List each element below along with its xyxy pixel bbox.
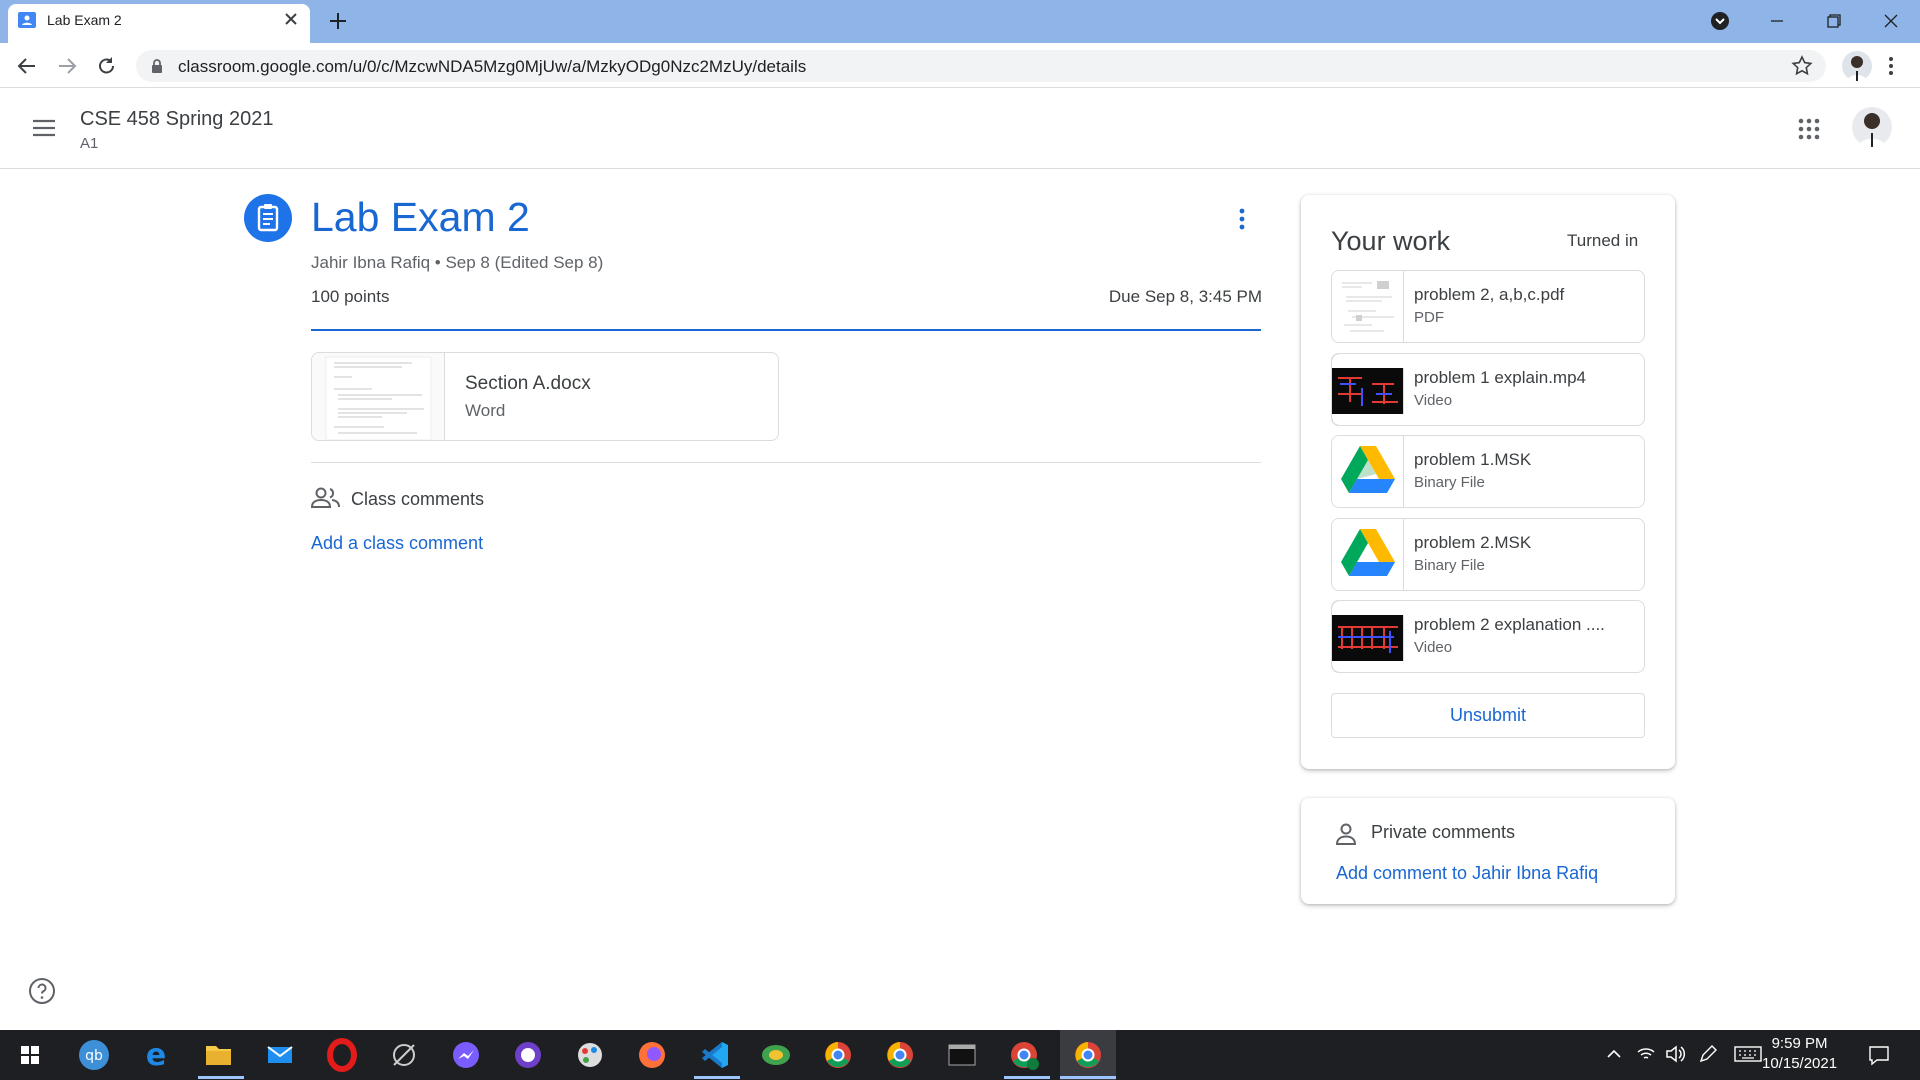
chrome-profile-ek-icon[interactable] (1004, 1036, 1044, 1074)
github-desktop-icon[interactable] (508, 1036, 548, 1074)
chrome-profile-icon[interactable] (818, 1036, 858, 1074)
course-name[interactable]: CSE 458 Spring 2021 (80, 108, 273, 131)
show-hidden-icons-chevron-icon[interactable] (1604, 1046, 1624, 1062)
opera-icon[interactable] (322, 1036, 362, 1074)
back-arrow-icon[interactable] (14, 54, 40, 78)
url-text[interactable]: classroom.google.com/u/0/c/MzcwNDA5Mzg0M… (178, 57, 806, 77)
pdf-thumbnail (1332, 271, 1404, 342)
active-app-indicator (694, 1076, 740, 1079)
system-clock[interactable]: 9:59 PM 10/15/2021 (1762, 1034, 1837, 1074)
submitted-file[interactable]: problem 1 explain.mp4 Video (1331, 353, 1645, 426)
attachment-card[interactable]: Section A.docx Word (311, 352, 779, 441)
people-icon (311, 486, 341, 510)
hamburger-menu-icon[interactable] (32, 118, 56, 138)
google-apps-icon[interactable] (1798, 118, 1820, 140)
person-icon (1334, 822, 1358, 846)
active-app-indicator (1060, 1076, 1116, 1079)
chrome-canary-icon[interactable] (756, 1036, 796, 1074)
submitted-file[interactable]: problem 2 explanation .... Video (1331, 600, 1645, 673)
mail-icon[interactable] (260, 1036, 300, 1074)
divider (311, 329, 1261, 331)
active-app-indicator (198, 1076, 244, 1079)
browser-profile-avatar[interactable] (1842, 51, 1872, 81)
submission-status: Turned in (1567, 231, 1639, 250)
close-tab-icon[interactable] (282, 10, 300, 28)
assignment-title: Lab Exam 2 (311, 194, 530, 240)
chrome-active-icon[interactable] (1068, 1036, 1108, 1074)
google-drive-icon (1332, 436, 1404, 507)
file-name[interactable]: problem 2.MSK (1414, 533, 1531, 553)
assignment-points: 100 points (311, 287, 390, 306)
tab-title: Lab Exam 2 (47, 12, 122, 28)
attachment-name[interactable]: Section A.docx (465, 373, 591, 395)
file-type: PDF (1414, 309, 1444, 326)
minimize-icon[interactable] (1762, 8, 1792, 34)
add-private-comment-link[interactable]: Add comment to Jahir Ibna Rafiq (1336, 863, 1598, 884)
firefox-icon[interactable] (632, 1036, 672, 1074)
chrome-icon[interactable] (880, 1036, 920, 1074)
video-thumbnail (1332, 354, 1404, 425)
reload-icon[interactable] (94, 54, 120, 78)
file-name[interactable]: problem 1 explain.mp4 (1414, 368, 1586, 388)
svg-text:qb: qb (85, 1048, 103, 1064)
classroom-app-bar (0, 89, 1920, 169)
quickbooks-icon[interactable]: qb (74, 1036, 114, 1074)
paint-app-icon[interactable] (570, 1036, 610, 1074)
volume-icon[interactable] (1664, 1044, 1686, 1064)
pen-icon[interactable] (1698, 1044, 1718, 1064)
divider (311, 462, 1261, 463)
file-type: Binary File (1414, 474, 1485, 491)
clock-date: 10/15/2021 (1762, 1055, 1838, 1072)
course-section: A1 (80, 135, 99, 152)
file-type: Binary File (1414, 557, 1485, 574)
clock-time: 9:59 PM (1771, 1035, 1828, 1052)
forward-arrow-icon[interactable] (54, 54, 80, 78)
messenger-icon[interactable] (446, 1036, 486, 1074)
file-type: Video (1414, 392, 1453, 409)
classroom-favicon-icon (18, 12, 36, 28)
submitted-file[interactable]: problem 1.MSK Binary File (1331, 435, 1645, 508)
active-app-indicator (1004, 1076, 1050, 1079)
windows-start-icon[interactable] (10, 1036, 50, 1074)
assignment-icon (244, 194, 292, 242)
video-thumbnail (1332, 601, 1404, 672)
private-comments-card (1301, 798, 1675, 904)
file-name[interactable]: problem 2 explanation .... (1414, 615, 1605, 635)
svg-text:e: e (146, 1038, 166, 1073)
help-icon[interactable] (28, 977, 56, 1005)
submitted-file[interactable]: problem 2.MSK Binary File (1331, 518, 1645, 591)
tab-search-icon[interactable] (1710, 11, 1730, 31)
file-type: Video (1414, 639, 1453, 656)
file-name[interactable]: problem 2, a,b,c.pdf (1414, 285, 1564, 305)
file-name[interactable]: problem 1.MSK (1414, 450, 1531, 470)
new-tab-plus-icon[interactable] (326, 9, 350, 33)
lock-icon[interactable] (150, 58, 164, 74)
browser-menu-icon[interactable] (1886, 54, 1896, 78)
google-drive-icon (1332, 519, 1404, 590)
your-work-title: Your work (1331, 226, 1451, 256)
private-comments-label: Private comments (1371, 822, 1516, 842)
attachment-type: Word (465, 401, 506, 420)
document-thumbnail (312, 353, 445, 440)
file-explorer-icon[interactable] (198, 1036, 238, 1074)
unsubmit-button[interactable]: Unsubmit (1331, 693, 1645, 738)
satellite-app-icon[interactable] (384, 1036, 424, 1074)
vscode-icon[interactable] (694, 1036, 734, 1074)
account-avatar[interactable] (1852, 107, 1892, 147)
network-icon[interactable] (1636, 1044, 1656, 1064)
edge-icon[interactable]: e (136, 1036, 176, 1074)
add-class-comment-link[interactable]: Add a class comment (311, 533, 483, 554)
restore-icon[interactable] (1818, 8, 1848, 34)
class-comments-label: Class comments (351, 489, 485, 509)
bookmark-star-icon[interactable] (1791, 55, 1813, 77)
assignment-due-date: Due Sep 8, 3:45 PM (1108, 287, 1262, 306)
more-options-icon[interactable] (1236, 206, 1248, 232)
keyboard-icon[interactable] (1734, 1046, 1762, 1062)
submitted-file[interactable]: problem 2, a,b,c.pdf PDF (1331, 270, 1645, 343)
notifications-icon[interactable] (1868, 1044, 1890, 1066)
close-window-icon[interactable] (1876, 8, 1906, 34)
assignment-meta: Jahir Ibna Rafiq • Sep 8 (Edited Sep 8) (311, 253, 604, 272)
terminal-icon[interactable] (942, 1036, 982, 1074)
